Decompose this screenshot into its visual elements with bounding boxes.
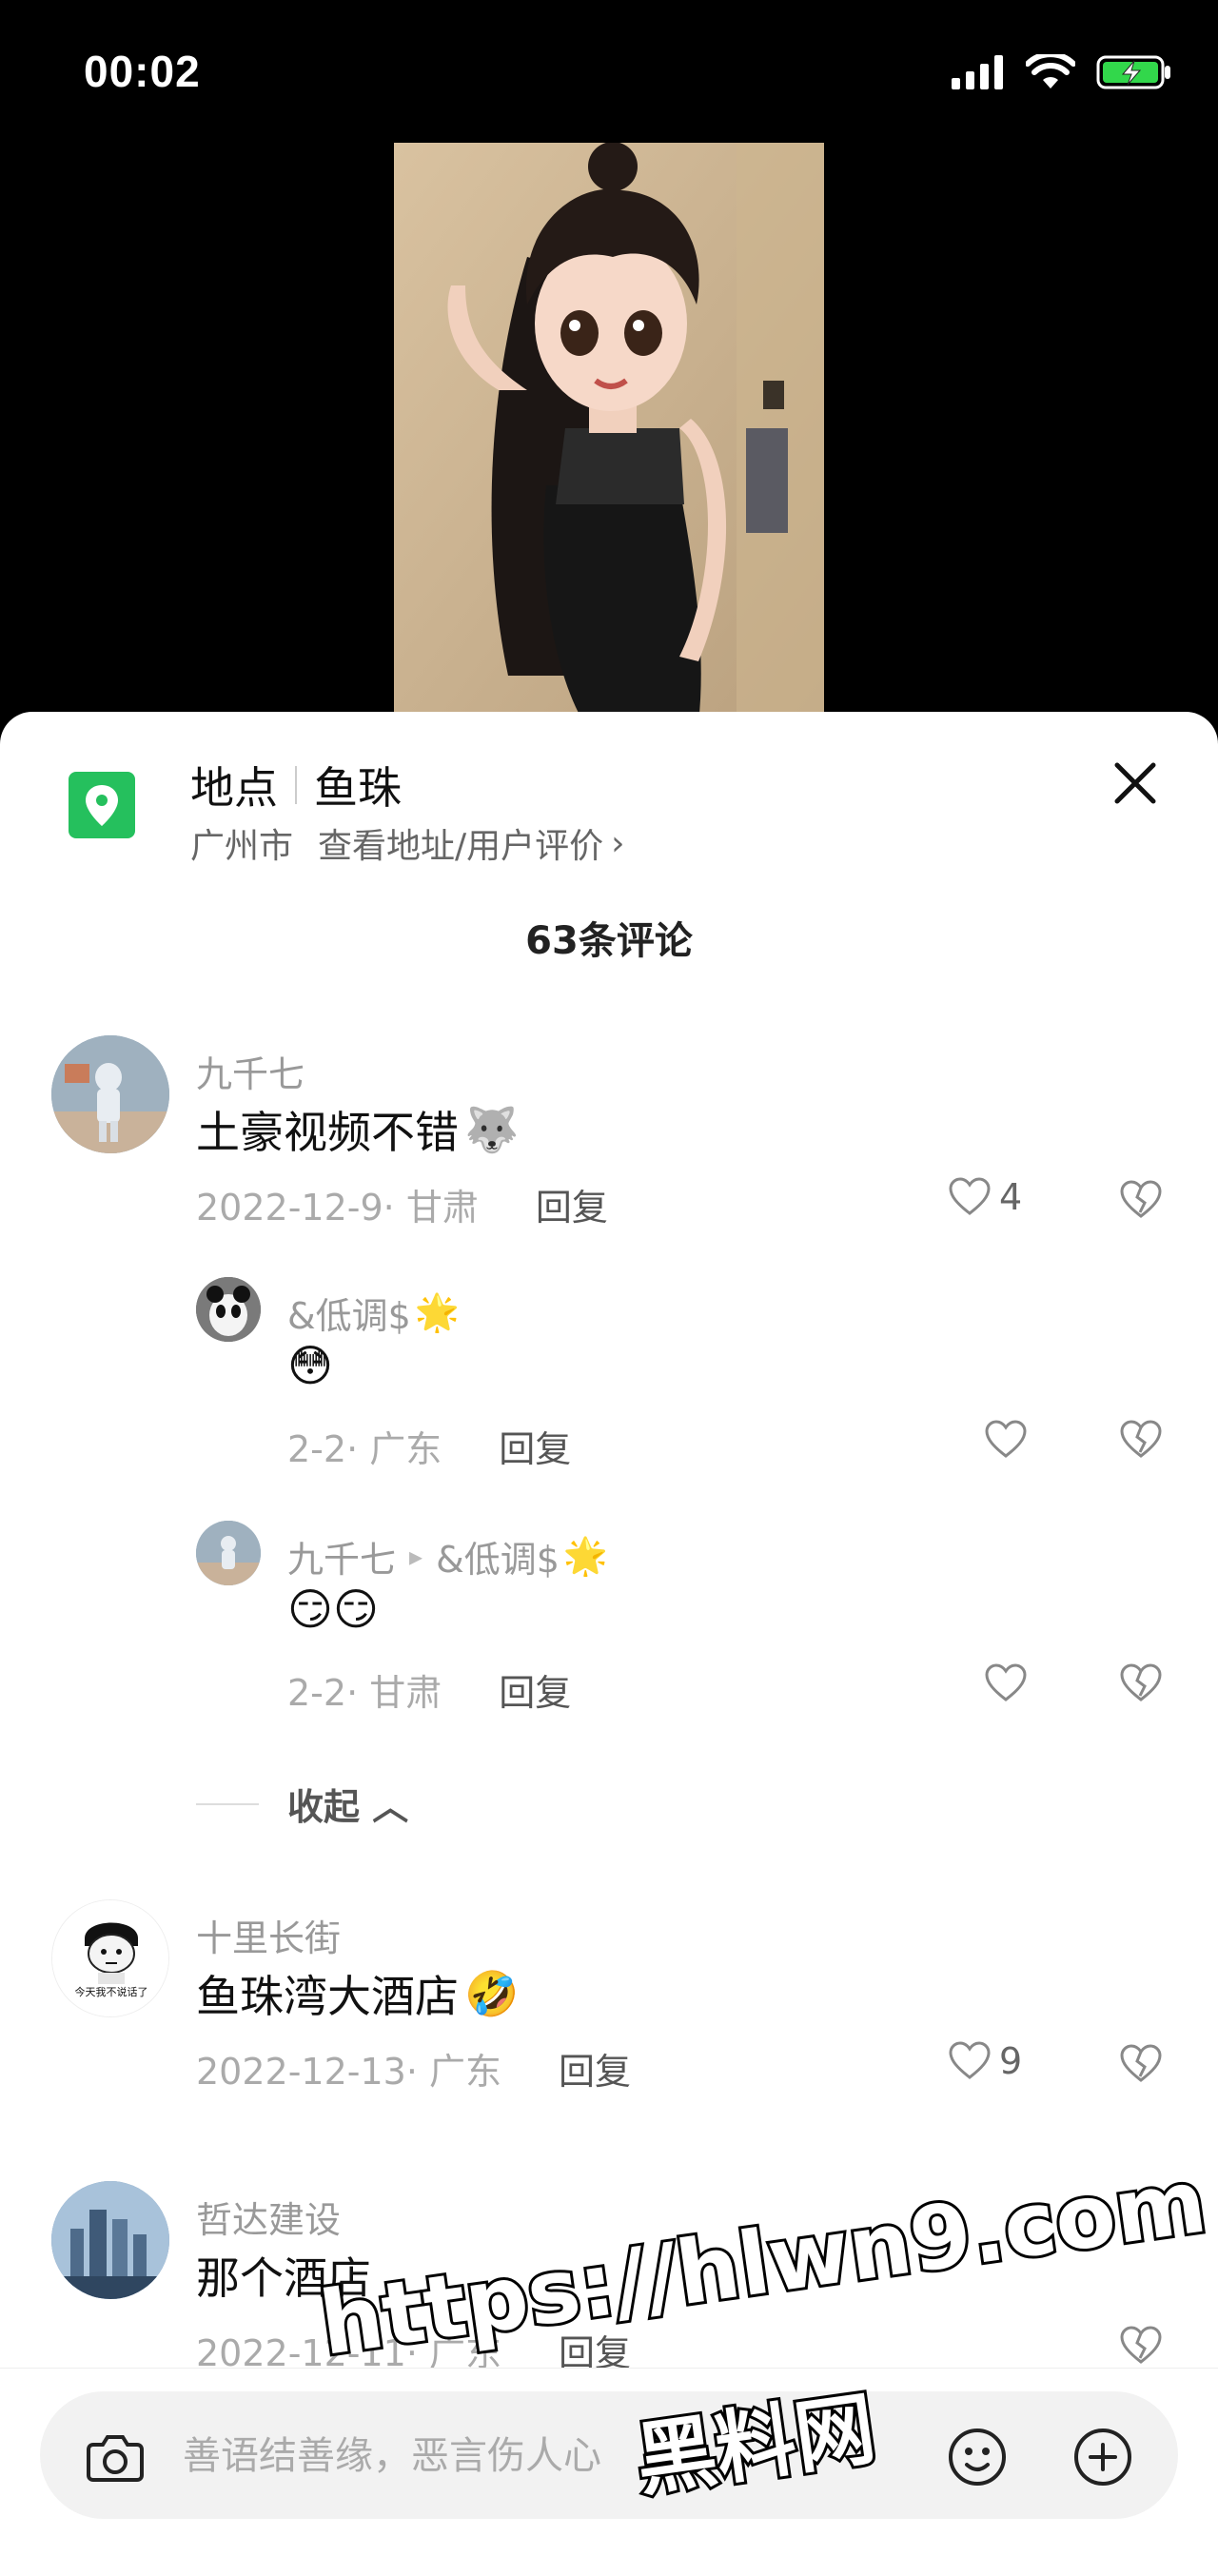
meme-avatar-caption: 今天我不说话了 (74, 1986, 148, 1998)
comment-meta: 2022-12-13· 广东 回复 (196, 2042, 631, 2094)
location-link[interactable]: 查看地址/用户评价 (318, 818, 603, 868)
building-avatar[interactable] (51, 2181, 169, 2299)
reply-username: &低调$ (287, 1295, 411, 1337)
location-divider (295, 766, 297, 804)
panda-avatar-image (196, 1277, 261, 1342)
reply-to-username: &低调$ (436, 1539, 560, 1581)
location-city: 广州市 (190, 827, 294, 866)
broken-heart-icon (1120, 2044, 1162, 2082)
reply-button[interactable]: 回复 (559, 2042, 631, 2094)
status-icons (952, 53, 1172, 91)
comment-text-content: 土豪视频不错 (196, 1107, 459, 1158)
location-label: 地点 (190, 762, 278, 814)
battery-charging-icon (1096, 55, 1170, 89)
reply-button[interactable]: 回复 (499, 1663, 571, 1716)
signal-icon (952, 55, 1003, 89)
video-thumbnail[interactable] (394, 143, 824, 723)
reply-username-row[interactable]: &低调$ 🌟 (287, 1287, 460, 1339)
collapse-divider (196, 1802, 259, 1805)
comment-text: 土豪视频不错 🐺 (196, 1098, 519, 1161)
comment-text: 鱼珠湾大酒店 🤣 (196, 1962, 519, 2025)
like-button[interactable] (984, 1420, 1028, 1460)
reply-username-row[interactable]: 九千七 ▸ &低调$ 🌟 (287, 1530, 608, 1583)
broken-heart-icon (1120, 1180, 1162, 1218)
location-subtitle[interactable]: 广州市 查看地址/用户评价 › (190, 818, 625, 868)
comment-text-content: 鱼珠湾大酒店 (196, 1971, 459, 2022)
like-button[interactable] (984, 1663, 1028, 1703)
status-bar: 00:02 (0, 0, 1218, 143)
heart-icon (985, 1420, 1027, 1458)
meme-avatar-image (52, 1900, 168, 2016)
video-frame-illustration (394, 143, 824, 723)
star-emoji-icon: 🌟 (414, 1291, 461, 1333)
broken-heart-icon (1120, 1663, 1162, 1701)
astronaut-avatar[interactable] (51, 1035, 169, 1153)
dislike-button[interactable] (1119, 1420, 1163, 1464)
reply-text: 😳 (287, 1340, 333, 1391)
location-pin-glyph (86, 785, 118, 826)
comment-input-container[interactable] (40, 2391, 1178, 2519)
status-time: 00:02 (84, 47, 201, 96)
dislike-button[interactable] (1119, 2326, 1163, 2370)
broken-heart-icon (1120, 1420, 1162, 1458)
like-count: 9 (999, 2040, 1023, 2082)
astronaut-avatar-image (51, 1035, 169, 1153)
location-pin-icon[interactable] (69, 772, 135, 838)
heart-icon (949, 2041, 991, 2079)
reply-arrow-icon: ▸ (409, 1541, 423, 1572)
close-icon (1114, 762, 1156, 804)
emoji-icon[interactable] (942, 2422, 1012, 2492)
wolf-emoji-icon: 🐺 (464, 1103, 520, 1155)
comment-meta: 2022-12-9· 甘肃 回复 (196, 1178, 608, 1230)
comment-username[interactable]: 哲达建设 (196, 2191, 341, 2243)
building-avatar-image (51, 2181, 169, 2299)
heart-icon (985, 1663, 1027, 1701)
collapse-replies-button[interactable]: 收起 ︿ (196, 1778, 408, 1830)
astronaut-avatar-image (196, 1521, 261, 1585)
location-title[interactable]: 地点 鱼珠 (190, 754, 402, 816)
comment-username[interactable]: 九千七 (196, 1045, 304, 1097)
like-count: 4 (999, 1176, 1023, 1218)
wifi-icon (1026, 54, 1075, 88)
camera-icon[interactable] (80, 2422, 150, 2492)
star-emoji-icon: 🌟 (562, 1535, 609, 1577)
meme-avatar[interactable]: 今天我不说话了 (51, 1899, 169, 2017)
comment-username[interactable]: 十里长街 (196, 1909, 341, 1961)
comment-date-location: 2022-12-9· 甘肃 (196, 1187, 479, 1229)
reply-meta: 2-2· 广东 回复 (287, 1420, 571, 1472)
location-name: 鱼珠 (314, 762, 402, 814)
add-icon[interactable] (1068, 2422, 1138, 2492)
reply-meta: 2-2· 甘肃 回复 (287, 1663, 571, 1716)
like-button[interactable]: 4 (948, 1176, 1022, 1218)
panda-avatar[interactable] (196, 1277, 261, 1342)
dislike-button[interactable] (1119, 2044, 1163, 2088)
broken-heart-icon (1120, 2326, 1162, 2364)
reply-date-location: 2-2· 甘肃 (287, 1672, 442, 1714)
dislike-button[interactable] (1119, 1180, 1163, 1224)
chevron-right-icon: › (611, 823, 625, 863)
like-button[interactable]: 9 (948, 2040, 1022, 2082)
collapse-label: 收起 ︿ (287, 1786, 409, 1828)
reply-button[interactable]: 回复 (536, 1178, 608, 1230)
rofl-emoji-icon: 🤣 (464, 1967, 520, 2019)
reply-date-location: 2-2· 广东 (287, 1428, 442, 1470)
close-button[interactable] (1102, 750, 1169, 816)
dislike-button[interactable] (1119, 1663, 1163, 1707)
reply-username: 九千七 (287, 1539, 397, 1581)
astronaut-avatar[interactable] (196, 1521, 261, 1585)
comment-input-bar (0, 2368, 1218, 2576)
heart-icon (949, 1177, 991, 1215)
comment-count: 63条评论 (525, 919, 693, 963)
reply-text: 😏😏 (287, 1583, 379, 1635)
comment-date-location: 2022-12-13· 广东 (196, 2051, 501, 2093)
reply-button[interactable]: 回复 (499, 1420, 571, 1472)
